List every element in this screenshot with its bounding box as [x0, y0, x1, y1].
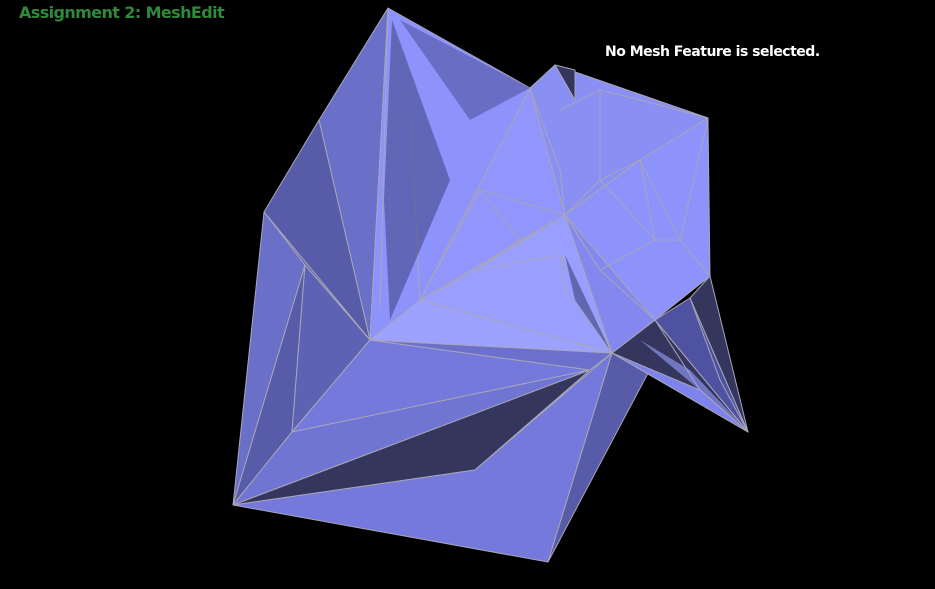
app-title: Assignment 2: MeshEdit	[19, 3, 225, 22]
mesh-viewport[interactable]	[0, 0, 935, 589]
selection-status: No Mesh Feature is selected.	[605, 44, 820, 60]
